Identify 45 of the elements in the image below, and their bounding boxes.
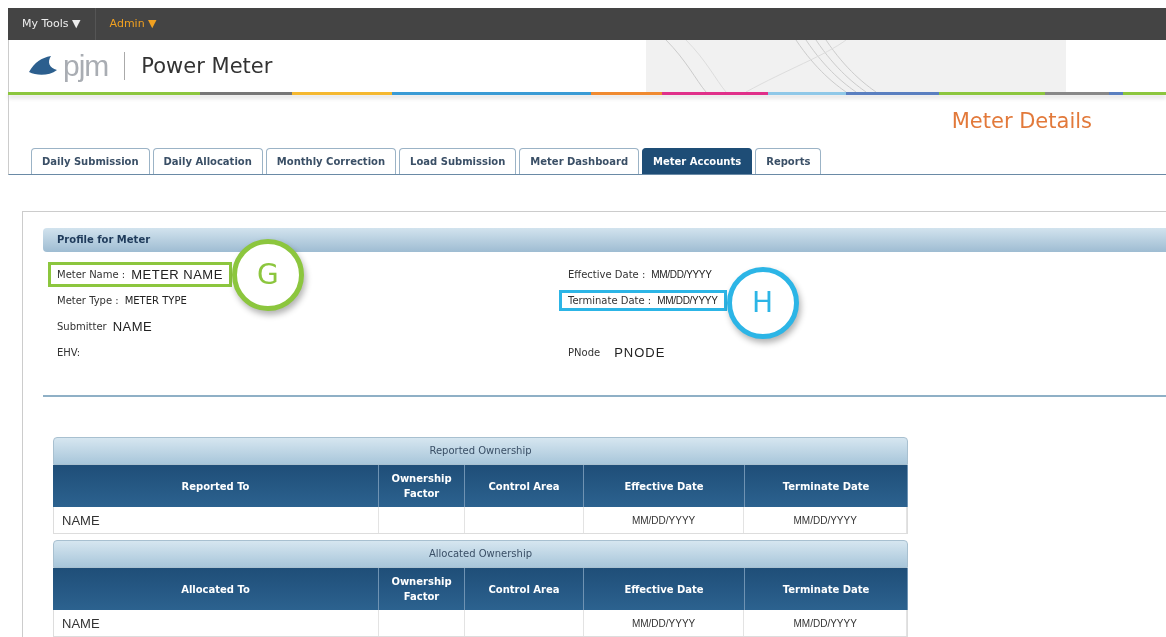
table-caption: Reported Ownership bbox=[53, 437, 908, 465]
tab[interactable]: Load Submission bbox=[399, 148, 517, 174]
field-value: MM/DD/YYYY bbox=[651, 268, 712, 280]
column-header: Control Area bbox=[465, 568, 584, 610]
page-title: Meter Details bbox=[951, 109, 1092, 135]
table-caption: Allocated Ownership bbox=[53, 540, 908, 568]
table-cell: MM/DD/YYYY bbox=[793, 617, 857, 629]
table-cell: MM/DD/YYYY bbox=[793, 514, 857, 526]
field-label: PNode bbox=[568, 346, 601, 358]
column-header: Allocated To bbox=[53, 568, 379, 610]
table-cell: MM/DD/YYYY bbox=[631, 514, 696, 526]
app-title: Power Meter bbox=[141, 54, 273, 78]
table-cell: MM/DD/YYYY bbox=[631, 617, 696, 629]
tab[interactable]: Daily Submission bbox=[31, 148, 150, 174]
column-header: Ownership Factor bbox=[379, 465, 465, 507]
table-cell: NAME bbox=[62, 615, 100, 631]
column-header: Effective Date bbox=[584, 568, 745, 610]
column-header: Reported To bbox=[53, 465, 379, 507]
field-label: Submitter bbox=[57, 320, 107, 332]
tab[interactable]: Meter Accounts bbox=[642, 148, 753, 174]
column-header: Terminate Date bbox=[745, 568, 908, 610]
field-value: PNODE bbox=[614, 344, 666, 360]
field-label: Effective Date : bbox=[568, 268, 646, 280]
field-label: Meter Type : bbox=[57, 294, 119, 306]
column-header: Ownership Factor bbox=[379, 568, 465, 610]
column-header: Control Area bbox=[465, 465, 584, 507]
column-header: Terminate Date bbox=[745, 465, 908, 507]
field-label: EHV: bbox=[57, 346, 81, 358]
logo-text: pjm bbox=[63, 49, 109, 83]
table-cell: NAME bbox=[62, 512, 100, 528]
field-value: METER NAME bbox=[131, 266, 223, 282]
tab[interactable]: Monthly Correction bbox=[265, 148, 397, 174]
menu-item[interactable]: Admin ▼ bbox=[95, 8, 171, 40]
section-header: Profile for Meter bbox=[43, 228, 1166, 252]
callout-badge: G bbox=[231, 238, 304, 311]
tab[interactable]: Daily Allocation bbox=[152, 148, 263, 174]
callout-badge: H bbox=[726, 266, 799, 339]
tab[interactable]: Reports bbox=[755, 148, 822, 174]
field-label: Terminate Date : bbox=[568, 294, 652, 306]
field-label: Meter Name : bbox=[57, 268, 126, 280]
field-value: MM/DD/YYYY bbox=[657, 294, 718, 306]
field-value: METER TYPE bbox=[124, 294, 187, 306]
field-value: NAME bbox=[112, 318, 153, 334]
column-header: Effective Date bbox=[584, 465, 745, 507]
tab[interactable]: Meter Dashboard bbox=[519, 148, 640, 174]
